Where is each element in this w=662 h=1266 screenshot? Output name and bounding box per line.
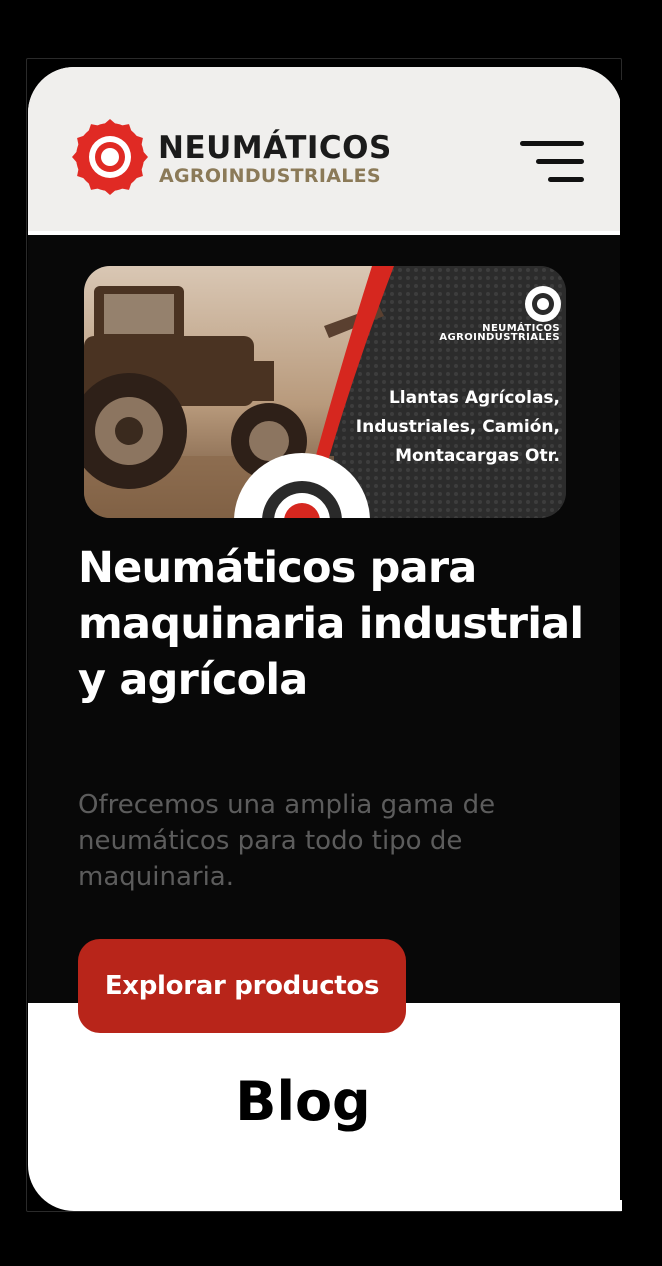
- banner-caption-line: Llantas Agrícolas,: [388, 388, 560, 408]
- hero-description: Ofrecemos una amplia gama de neumáticos …: [78, 790, 496, 892]
- device-edge: [620, 80, 622, 1200]
- hero-section: NEUMÁTICOS AGROINDUSTRIALES Llantas Agrí…: [28, 235, 622, 1033]
- banner-brand-line2: AGROINDUSTRIALES: [439, 332, 560, 343]
- brand-name[interactable]: NEUMÁTICOS: [158, 133, 392, 164]
- brand-subtitle[interactable]: AGROINDUSTRIALES: [159, 167, 381, 186]
- hero-title: Neumáticos para maquinaria industrial y …: [78, 543, 584, 705]
- blog-section-title: Blog: [235, 1070, 371, 1133]
- banner-caption: Llantas Agrícolas, Industriales, Camión,…: [356, 384, 560, 471]
- hamburger-menu-icon[interactable]: [516, 137, 588, 187]
- banner-caption-line: Montacargas Otr.: [395, 446, 560, 466]
- explore-products-button[interactable]: Explorar productos: [78, 939, 406, 1033]
- banner-brand-text: NEUMÁTICOS AGROINDUSTRIALES: [439, 324, 560, 343]
- hero-banner-image: NEUMÁTICOS AGROINDUSTRIALES Llantas Agrí…: [84, 266, 566, 518]
- banner-caption-line: Industriales, Camión,: [355, 417, 560, 437]
- site-header: NEUMÁTICOS AGROINDUSTRIALES: [28, 67, 622, 231]
- tire-logo-icon[interactable]: [70, 117, 150, 197]
- phone-screen: NEUMÁTICOS AGROINDUSTRIALES NEUMÁTICOS A…: [28, 67, 622, 1211]
